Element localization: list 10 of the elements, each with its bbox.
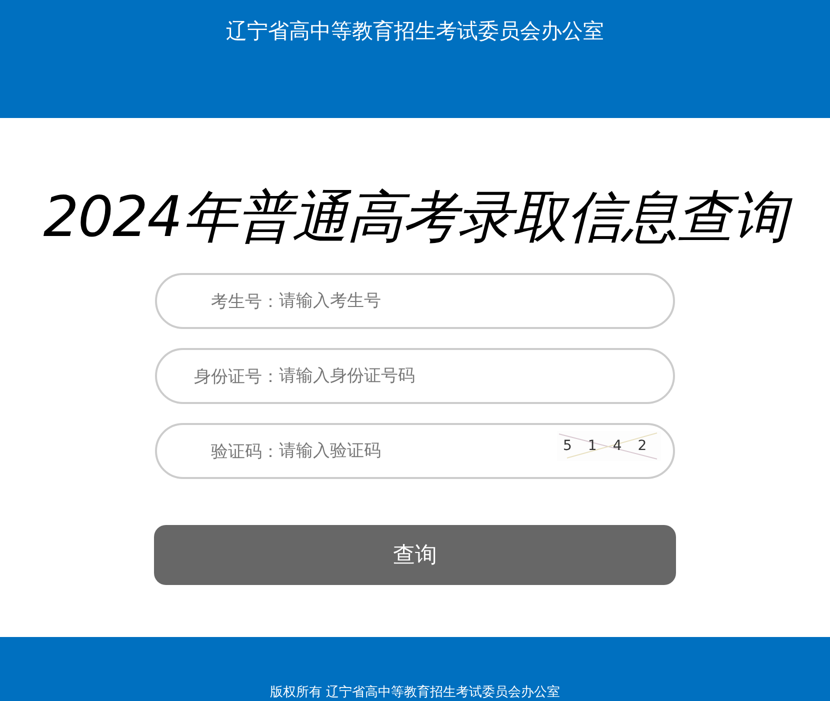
field-label: 身份证号：: [193, 366, 279, 388]
input-field[interactable]: 请输入验证码: [279, 441, 539, 461]
page-heading: 2024年普通高考录取信息查询: [33, 176, 797, 260]
input-field[interactable]: 请输入考生号: [279, 291, 539, 311]
input-field[interactable]: 请输入身份证号码: [279, 366, 539, 386]
field-label: 考生号：: [210, 290, 279, 312]
field-label: 验证码：: [210, 440, 279, 462]
site-title: 辽宁省高中等教育招生考试委员会办公室: [226, 18, 604, 45]
copyright-text: 版权所有 辽宁省高中等教育招生考试委员会办公室: [270, 684, 560, 701]
query-button[interactable]: 查询: [154, 525, 676, 585]
